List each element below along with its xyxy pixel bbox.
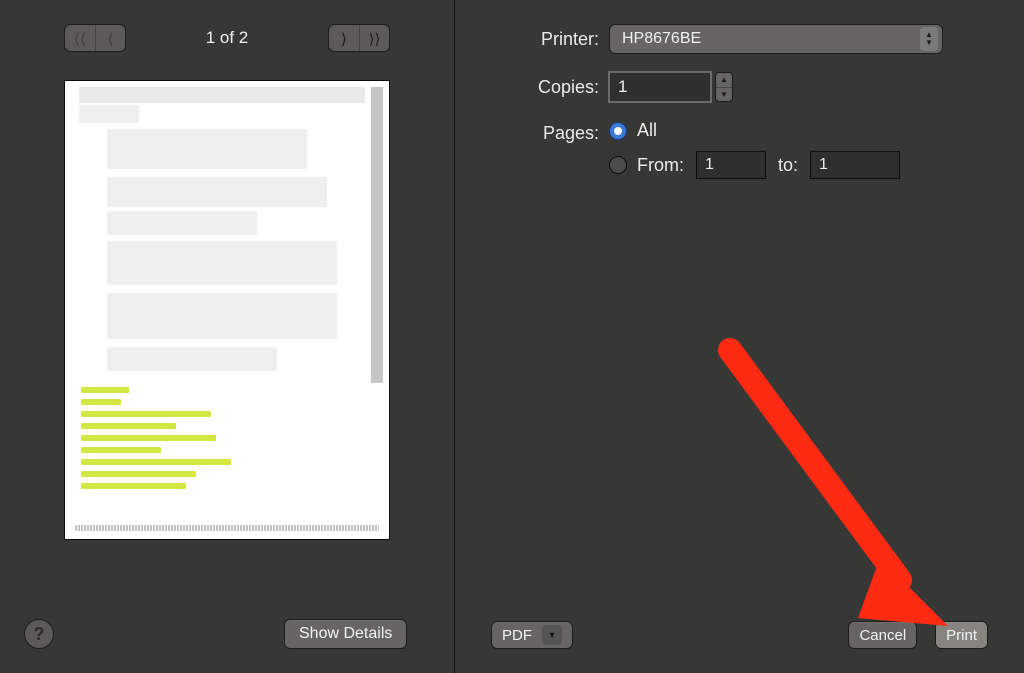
pdf-label: PDF	[502, 627, 532, 644]
double-chevron-left-icon: ⟨⟨	[74, 30, 86, 48]
print-label: Print	[946, 627, 977, 644]
help-button[interactable]: ?	[24, 619, 54, 649]
preview-highlight-line	[81, 483, 186, 489]
pages-all-label: All	[637, 120, 657, 141]
stepper-down-icon: ▼	[716, 88, 732, 102]
preview-highlight-line	[81, 411, 211, 417]
preview-scroll-track	[371, 87, 383, 383]
preview-highlight-line	[81, 399, 121, 405]
options-pane: Printer: HP8676BE ▲▼ Copies: ▲ ▼ Pages: …	[455, 0, 1024, 673]
page-indicator: 1 of 2	[206, 28, 249, 48]
pages-row: Pages: All From: to:	[491, 120, 988, 189]
pages-from-label: From:	[637, 155, 684, 176]
pages-all-option[interactable]: All	[609, 120, 900, 141]
prev-page-button[interactable]: ⟨	[95, 25, 125, 52]
first-page-button[interactable]: ⟨⟨	[65, 25, 95, 52]
chevron-right-icon: ⟩	[341, 30, 347, 48]
preview-nav-back-group: ⟨⟨ ⟨	[64, 24, 126, 52]
preview-content-block	[107, 293, 337, 339]
copies-input[interactable]	[609, 72, 711, 102]
stepper-up-icon: ▲	[716, 73, 732, 88]
pages-options: All From: to:	[609, 120, 900, 189]
preview-highlight-line	[81, 459, 231, 465]
preview-nav-row: ⟨⟨ ⟨ 1 of 2 ⟩ ⟩⟩	[24, 18, 430, 58]
preview-content-block	[79, 87, 365, 103]
preview-nav-forward-group: ⟩ ⟩⟩	[328, 24, 390, 52]
question-mark-icon: ?	[34, 624, 45, 645]
chevron-down-icon: ▾	[542, 625, 562, 645]
pages-range-option[interactable]: From: to:	[609, 151, 900, 179]
preview-bottom-controls: ? Show Details	[24, 619, 407, 649]
preview-highlight-line	[81, 435, 216, 441]
copies-label: Copies:	[491, 77, 609, 98]
preview-content-block	[107, 347, 277, 371]
preview-content-block	[79, 105, 139, 123]
updown-icon: ▲▼	[920, 27, 938, 51]
cancel-button[interactable]: Cancel	[848, 621, 917, 649]
printer-label: Printer:	[491, 29, 609, 50]
printer-select[interactable]: HP8676BE ▲▼	[609, 24, 943, 54]
pages-to-label: to:	[778, 155, 798, 176]
print-button[interactable]: Print	[935, 621, 988, 649]
preview-highlight-line	[81, 471, 196, 477]
preview-content-block	[107, 177, 327, 207]
preview-highlight-line	[81, 423, 176, 429]
dialog-footer: PDF ▾ Cancel Print	[491, 621, 988, 649]
preview-content-block	[107, 211, 257, 235]
double-chevron-right-icon: ⟩⟩	[369, 30, 381, 48]
printer-selected-value: HP8676BE	[622, 30, 701, 48]
action-buttons: Cancel Print	[848, 621, 988, 649]
show-details-label: Show Details	[299, 625, 392, 643]
copies-row: Copies: ▲ ▼	[491, 72, 988, 102]
preview-highlight-line	[81, 387, 129, 393]
radio-checked-icon	[609, 122, 627, 140]
preview-footer-line	[75, 525, 379, 531]
preview-page-thumbnail[interactable]	[64, 80, 390, 540]
pages-label: Pages:	[491, 120, 609, 144]
preview-paper-wrap	[24, 80, 430, 649]
preview-pane: ⟨⟨ ⟨ 1 of 2 ⟩ ⟩⟩	[0, 0, 455, 673]
preview-content-block	[107, 241, 337, 285]
radio-unchecked-icon	[609, 156, 627, 174]
pages-to-input[interactable]	[810, 151, 900, 179]
pdf-menu-button[interactable]: PDF ▾	[491, 621, 573, 649]
printer-row: Printer: HP8676BE ▲▼	[491, 24, 988, 54]
copies-stepper[interactable]: ▲ ▼	[715, 72, 733, 102]
next-page-button[interactable]: ⟩	[329, 25, 359, 52]
show-details-button[interactable]: Show Details	[284, 619, 407, 649]
pages-from-input[interactable]	[696, 151, 766, 179]
cancel-label: Cancel	[859, 627, 906, 644]
preview-content-block	[107, 129, 307, 169]
preview-highlight-line	[81, 447, 161, 453]
chevron-left-icon: ⟨	[108, 30, 114, 48]
last-page-button[interactable]: ⟩⟩	[359, 25, 389, 52]
